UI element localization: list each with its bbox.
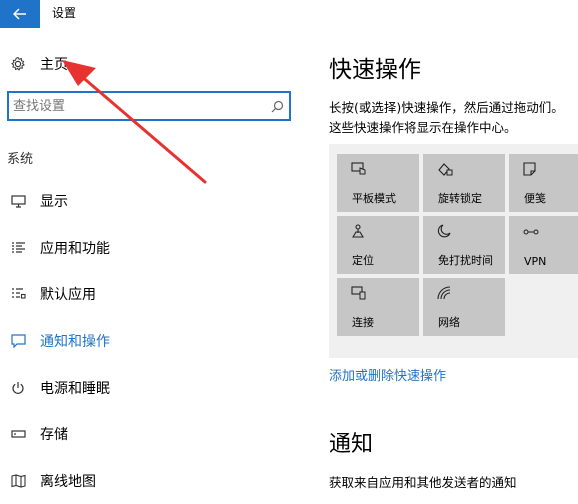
connect-icon [351,285,367,304]
tile-rotation-lock[interactable]: 旋转锁定 [423,154,505,212]
sidebar-item-label: 显示 [40,194,68,211]
sidebar-item-label: 默认应用 [40,287,96,304]
note-icon [523,161,537,180]
vpn-icon [523,223,539,242]
quick-actions-grid: 平板模式 旋转锁定 便笺 定位 免打扰时间 VPN 连接 网络 [329,144,578,358]
sidebar-nav: 显示 应用和功能 默认应用 通知和操作 电源和睡眠 存储 离线地图 [0,178,305,504]
tile-tablet-mode[interactable]: 平板模式 [337,154,419,212]
tile-label: 便笺 [524,192,546,205]
add-remove-quick-actions-link[interactable]: 添加或删除快速操作 [329,365,446,384]
tile-quiet-hours[interactable]: 免打扰时间 [423,216,505,274]
home-label: 主页 [40,57,68,73]
tile-note[interactable]: 便笺 [509,154,578,212]
search-input[interactable] [9,93,265,119]
notification-icon [0,334,36,349]
home-link[interactable]: 主页 [0,52,68,76]
tile-label: VPN [524,255,547,268]
storage-icon [0,429,36,439]
back-arrow-icon [13,8,26,20]
tile-vpn[interactable]: VPN [509,216,578,274]
search-icon [265,100,289,113]
network-icon [437,285,453,304]
sidebar-item-notifications[interactable]: 通知和操作 [0,318,305,365]
power-icon [0,381,36,395]
location-icon [351,223,365,242]
sidebar-item-power[interactable]: 电源和睡眠 [0,364,305,411]
tile-connect[interactable]: 连接 [337,278,419,336]
map-icon [0,474,36,488]
notifications-description: 获取来自应用和其他发送者的通知 [329,475,517,490]
sidebar-item-storage[interactable]: 存储 [0,411,305,458]
tile-label: 旋转锁定 [438,192,482,205]
sidebar-item-display[interactable]: 显示 [0,178,305,225]
monitor-icon [0,195,36,208]
sidebar-item-label: 通知和操作 [40,334,110,351]
tile-label: 网络 [438,316,460,329]
app-list-icon [0,241,36,255]
sidebar-item-default-apps[interactable]: 默认应用 [0,271,305,318]
notifications-title: 通知 [329,432,374,457]
sidebar-item-label: 电源和睡眠 [40,380,110,397]
gear-icon [0,56,36,72]
moon-icon [437,223,451,242]
tile-label: 连接 [352,316,374,329]
quick-actions-title: 快速操作 [329,57,421,83]
back-button[interactable] [0,0,40,28]
sidebar-item-offline-maps[interactable]: 离线地图 [0,458,305,504]
window-title: 设置 [52,6,77,20]
sidebar-item-label: 应用和功能 [40,240,110,257]
tile-location[interactable]: 定位 [337,216,419,274]
tile-label: 平板模式 [352,192,396,205]
quick-actions-description: 长按(或选择)快速操作，然后通过拖动们。这些快速操作将显示在操作中心。 [329,100,564,135]
tablet-mode-icon [351,161,367,180]
sidebar-item-apps[interactable]: 应用和功能 [0,225,305,272]
sidebar-item-label: 存储 [40,427,68,444]
sidebar-item-label: 离线地图 [40,473,96,490]
search-box[interactable] [7,91,291,121]
sidebar: 主页 系统 显示 应用和功能 默认应用 [0,28,305,494]
main-content: 快速操作 长按(或选择)快速操作，然后通过拖动们。这些快速操作将显示在操作中心。… [305,28,578,494]
default-apps-icon [0,287,36,301]
tile-label: 免打扰时间 [438,254,493,267]
section-label: 系统 [7,152,34,167]
rotation-lock-icon [437,161,453,180]
tile-label: 定位 [352,254,374,267]
title-bar: 设置 [0,0,578,28]
tile-network[interactable]: 网络 [423,278,505,336]
